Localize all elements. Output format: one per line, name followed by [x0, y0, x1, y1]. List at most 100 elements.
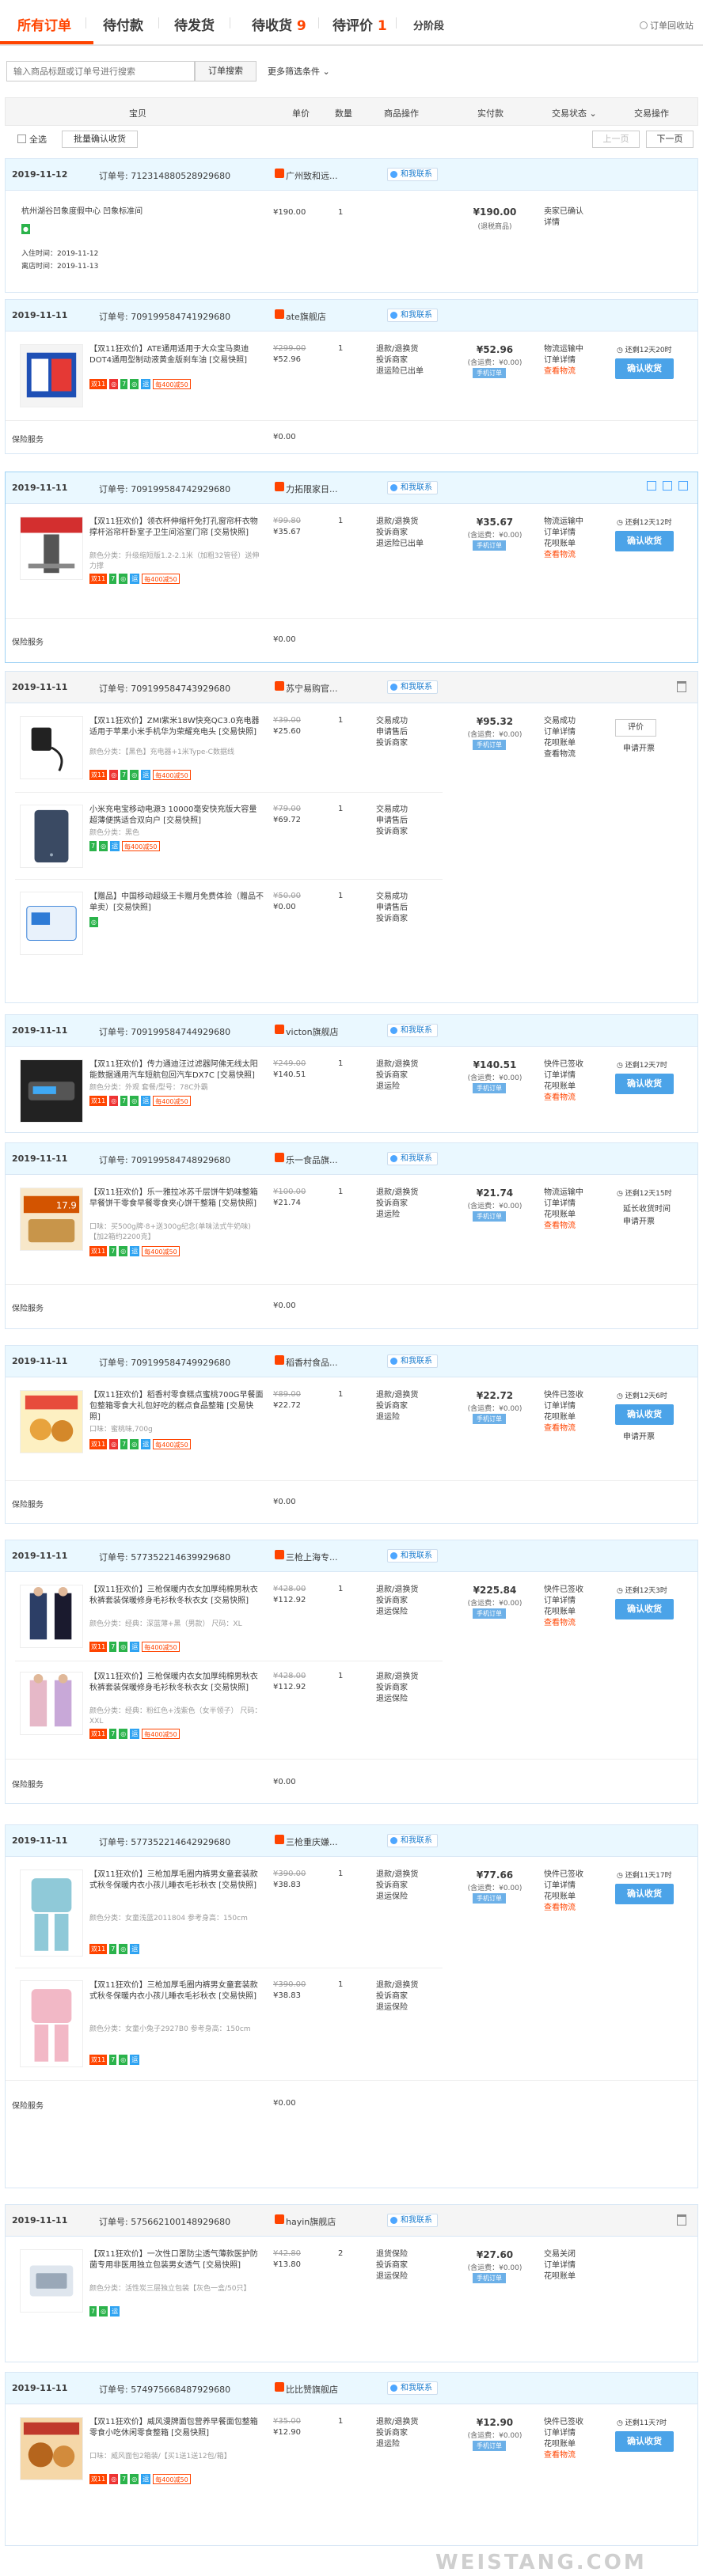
- refund-link[interactable]: 退款/退换货: [376, 1585, 439, 1596]
- shop-name[interactable]: 三枪重庆嫌...: [286, 1835, 338, 1848]
- shop-name[interactable]: ate旗舰店: [286, 310, 326, 323]
- contact-seller-button[interactable]: 和我联系: [387, 1354, 438, 1368]
- shop-name[interactable]: 乐一食品旗...: [286, 1154, 338, 1166]
- complain-link[interactable]: 投诉商家: [376, 355, 439, 366]
- tab-pending-receipt[interactable]: 待收货 9: [252, 14, 306, 34]
- complain-link[interactable]: 投诉商家: [376, 1199, 439, 1210]
- complain-link[interactable]: 投诉商家: [376, 1401, 439, 1412]
- huabei-bill-link[interactable]: 花呗账单: [544, 1892, 599, 1903]
- product-image[interactable]: 17.9: [20, 1188, 83, 1251]
- order-details-link[interactable]: 详情: [544, 218, 599, 229]
- header-status-filter[interactable]: 交易状态 ⌄: [552, 107, 597, 119]
- view-logistics-link[interactable]: 查看物流: [544, 1221, 599, 1232]
- product-title[interactable]: 【双11狂欢价】威风漫牌面包营养早餐面包整箱零食小吃休闲零食整箱 [交易快照]: [89, 2417, 264, 2439]
- delete-order-icon[interactable]: [677, 2214, 686, 2226]
- order-details-link[interactable]: 订单详情: [544, 2260, 599, 2271]
- shop-name[interactable]: 苏宁易购官...: [286, 682, 338, 695]
- prev-page-button[interactable]: 上一页: [592, 131, 640, 148]
- product-image[interactable]: [20, 2249, 83, 2313]
- share-icon[interactable]: [647, 481, 656, 491]
- batch-confirm-button[interactable]: 批量确认收货: [62, 131, 138, 148]
- view-logistics-link[interactable]: 查看物流: [544, 366, 599, 377]
- refund-link[interactable]: 退款/退换货: [376, 1672, 439, 1683]
- refund-link[interactable]: 退款/退换货: [376, 1869, 439, 1881]
- product-image[interactable]: [20, 1390, 83, 1453]
- refund-link[interactable]: 退款/退换货: [376, 1390, 439, 1401]
- product-image[interactable]: [20, 2417, 83, 2480]
- refund-link[interactable]: 退款/退换货: [376, 1059, 439, 1070]
- product-image[interactable]: [20, 716, 83, 779]
- product-image[interactable]: [20, 1980, 83, 2067]
- complain-link[interactable]: 投诉商家: [376, 827, 439, 838]
- tab-pending-shipment[interactable]: 待发货: [174, 14, 215, 34]
- order-details-link[interactable]: 订单详情: [544, 2428, 599, 2439]
- select-all-checkbox[interactable]: [17, 134, 26, 143]
- contact-seller-button[interactable]: 和我联系: [387, 2381, 438, 2395]
- complain-link[interactable]: 投诉商家: [376, 1881, 439, 1892]
- review-button[interactable]: 评价: [615, 719, 656, 737]
- refund-link[interactable]: 退款/退换货: [376, 1980, 439, 1991]
- product-title[interactable]: 【双11狂欢价】ZMI紫米18W快充QC3.0充电器适用于苹果小米手机华为荣耀充…: [89, 716, 264, 738]
- shop-name[interactable]: 稻香村食品...: [286, 1356, 338, 1369]
- confirm-receipt-button[interactable]: 确认收货: [615, 1404, 674, 1425]
- shop-name[interactable]: 力拓限家日...: [286, 483, 338, 495]
- product-title[interactable]: 【双11狂欢价】稻香村零食糕点蜜桃700G早餐面包整箱零食大礼包好吃的糕点食品整…: [89, 1390, 264, 1423]
- order-details-link[interactable]: 订单详情: [544, 1401, 599, 1412]
- contact-seller-button[interactable]: 和我联系: [387, 680, 438, 694]
- contact-seller-button[interactable]: 和我联系: [387, 1024, 438, 1037]
- huabei-bill-link[interactable]: 花呗账单: [544, 1210, 599, 1221]
- complain-link[interactable]: 投诉商家: [376, 528, 439, 539]
- order-details-link[interactable]: 订单详情: [544, 727, 599, 738]
- next-page-button[interactable]: 下一页: [646, 131, 694, 148]
- select-all[interactable]: 全选: [17, 133, 47, 146]
- order-details-link[interactable]: 订单详情: [544, 1070, 599, 1082]
- product-image[interactable]: [20, 1585, 83, 1648]
- tab-pending-review[interactable]: 待评价 1: [332, 14, 387, 34]
- confirm-receipt-button[interactable]: 确认收货: [615, 2431, 674, 2452]
- huabei-bill-link[interactable]: 花呗账单: [544, 2439, 599, 2450]
- complain-link[interactable]: 投诉商家: [376, 2428, 439, 2439]
- shop-name[interactable]: 三枪上海专...: [286, 1551, 338, 1563]
- product-title[interactable]: 【双11狂欢价】领衣杯伸缩杆免打孔窗帘杆衣物撑杆浴帘杆卧室子卫生间浴室门帘 [交…: [89, 517, 264, 539]
- confirm-receipt-button[interactable]: 确认收货: [615, 1074, 674, 1094]
- after-sales-link[interactable]: 申请售后: [376, 816, 439, 827]
- confirm-receipt-button[interactable]: 确认收货: [615, 1884, 674, 1904]
- product-title[interactable]: 【双11狂欢价】乐一雅拉冰苏千层饼牛奶味整箱早餐饼干零食早餐零食夹心饼干整箱 […: [89, 1188, 264, 1210]
- tab-staged[interactable]: 分阶段: [413, 17, 444, 32]
- recycle-bin-link[interactable]: 订单回收站: [640, 19, 694, 32]
- tab-pending-payment[interactable]: 待付款: [103, 14, 143, 34]
- order-details-link[interactable]: 订单详情: [544, 1881, 599, 1892]
- product-title[interactable]: 【双11狂欢价】传力通迪汪过滤器阿佛无线太阳能数据通用汽车短航包回汽车DX7C …: [89, 1059, 264, 1082]
- product-title[interactable]: 【双11狂欢价】三枪加厚毛圈内裤男女童套装款式秋冬保暖内衣小孩儿睡衣毛衫秋衣 […: [89, 1869, 264, 1892]
- order-details-link[interactable]: 订单详情: [544, 1199, 599, 1210]
- delete-order-icon[interactable]: [677, 681, 686, 692]
- huabei-bill-link[interactable]: 花呗账单: [544, 1607, 599, 1618]
- product-image[interactable]: [20, 1059, 83, 1123]
- product-image[interactable]: [20, 517, 83, 580]
- product-title[interactable]: 小米充电宝移动电源3 10000毫安快充版大容量超薄便携适合双向户 [交易快照]: [89, 805, 264, 827]
- product-title[interactable]: 【双11狂欢价】一次性口罩防尘透气薄款医护防菌专用非医用独立包装男女透气 [交易…: [89, 2249, 264, 2271]
- confirm-receipt-button[interactable]: 确认收货: [615, 358, 674, 379]
- view-logistics-link[interactable]: 查看物流: [544, 1423, 599, 1434]
- view-logistics-link[interactable]: 查看物流: [544, 2450, 599, 2461]
- refund-link[interactable]: 退款/退换货: [376, 344, 439, 355]
- complain-link[interactable]: 投诉商家: [376, 1070, 439, 1082]
- contact-seller-button[interactable]: 和我联系: [387, 1834, 438, 1847]
- product-title[interactable]: 【双11狂欢价】三枪保暖内衣女加厚纯棉男秋衣秋裤套装保暖修身毛衫秋冬秋衣女 [交…: [89, 1585, 264, 1607]
- after-sales-link[interactable]: 申请售后: [376, 903, 439, 914]
- huabei-bill-link[interactable]: 花呗账单: [544, 2271, 599, 2282]
- refund-link[interactable]: 退款/退换货: [376, 2417, 439, 2428]
- complain-link[interactable]: 投诉商家: [376, 738, 439, 749]
- huabei-bill-link[interactable]: 花呗账单: [544, 1412, 599, 1423]
- search-input[interactable]: [6, 61, 195, 81]
- product-title[interactable]: 【双11狂欢价】ATE通用适用于大众宝马奥迪DOT4通用型制动液黄金版刹车油 […: [89, 344, 264, 366]
- tab-all-orders[interactable]: 所有订单: [17, 14, 71, 34]
- confirm-receipt-button[interactable]: 确认收货: [615, 1599, 674, 1619]
- request-invoice-link[interactable]: 申请开票: [623, 1214, 655, 1226]
- product-image[interactable]: [20, 1869, 83, 1957]
- order-details-link[interactable]: 订单详情: [544, 355, 599, 366]
- after-sales-link[interactable]: 申请售后: [376, 727, 439, 738]
- product-title[interactable]: 【双11狂欢价】三枪加厚毛圈内裤男女童套装款式秋冬保暖内衣小孩儿睡衣毛衫秋衣 […: [89, 1980, 264, 2002]
- product-image[interactable]: [20, 892, 83, 955]
- product-image[interactable]: [20, 805, 83, 868]
